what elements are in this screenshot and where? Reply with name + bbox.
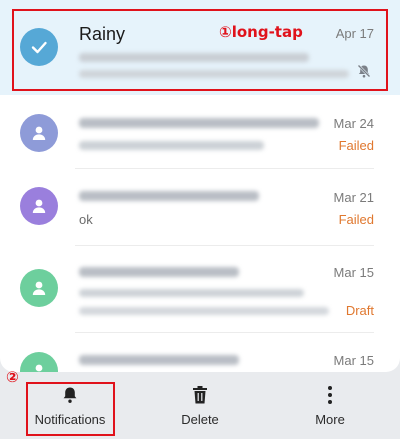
conversation-row[interactable]: Mar 24 Failed (0, 95, 400, 168)
message-date: Mar 21 (333, 190, 374, 205)
conversation-row[interactable]: Mar 15 Draft (0, 246, 400, 332)
redacted-name (79, 267, 239, 277)
more-vertical-icon (328, 386, 332, 404)
redacted-name (79, 355, 239, 365)
redacted-preview (79, 141, 264, 150)
step1-annotation: ①long-tap (219, 23, 303, 41)
step2-annotation: ② (6, 368, 19, 386)
conversation-row[interactable]: ok Mar 21 Failed (0, 169, 400, 245)
message-date: Mar 24 (333, 116, 374, 131)
person-icon (32, 126, 46, 140)
status-draft: Draft (345, 303, 374, 318)
long-tap-highlight-box (12, 9, 388, 91)
avatar (20, 352, 58, 372)
notifications-highlight-box (26, 382, 115, 436)
more-label: More (315, 412, 345, 427)
status-failed: Failed (338, 212, 374, 227)
redacted-preview (79, 289, 304, 297)
conversation-row[interactable]: Mar 15 (0, 333, 400, 372)
person-icon (35, 364, 43, 372)
person-icon (32, 199, 46, 213)
avatar (20, 187, 58, 225)
status-failed: Failed (338, 138, 374, 153)
redacted-name (79, 191, 259, 201)
person-icon (32, 281, 46, 295)
avatar (20, 269, 58, 307)
message-date: Mar 15 (333, 353, 374, 368)
message-date: Mar 15 (333, 265, 374, 280)
redacted-name (79, 118, 319, 128)
message-preview: ok (79, 212, 93, 227)
more-button[interactable]: More (300, 372, 360, 439)
delete-label: Delete (181, 412, 219, 427)
trash-icon (193, 386, 207, 404)
redacted-preview (79, 307, 329, 315)
avatar (20, 114, 58, 152)
delete-button[interactable]: Delete (160, 372, 240, 439)
